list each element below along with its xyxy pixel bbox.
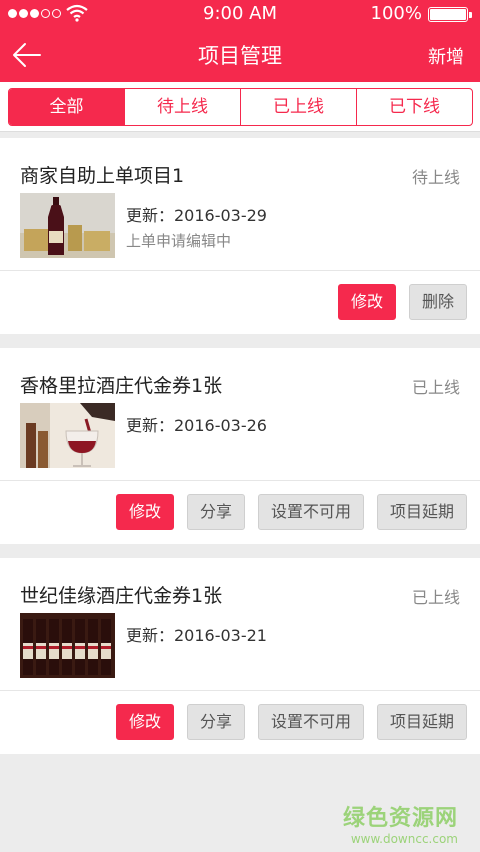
project-card: 商家自助上单项目1 待上线 更新：2016-03-29 上单申请编辑中 修改 删… <box>0 138 480 334</box>
extend-button[interactable]: 项目延期 <box>376 704 467 740</box>
watermark-main: 绿色资源网 <box>342 806 458 831</box>
project-card: 世纪佳缘酒庄代金券1张 已上线 更新：2016-03-21 修改 分享 设置不可… <box>0 558 480 754</box>
edit-button[interactable]: 修改 <box>337 284 396 320</box>
battery-icon <box>428 7 472 22</box>
project-name: 商家自助上单项目1 <box>20 165 185 187</box>
project-status: 已上线 <box>411 588 460 607</box>
tab-all[interactable]: 全部 <box>9 89 125 125</box>
divider <box>0 480 480 481</box>
divider <box>0 270 480 271</box>
project-status: 待上线 <box>411 168 460 187</box>
page-title: 项目管理 <box>198 44 282 68</box>
tab-offline[interactable]: 已下线 <box>357 89 472 125</box>
card-actions: 修改 分享 设置不可用 项目延期 <box>115 704 467 740</box>
extend-button[interactable]: 项目延期 <box>376 494 467 530</box>
nav-bar: 项目管理 新增 <box>0 28 480 82</box>
card-actions: 修改 分享 设置不可用 项目延期 <box>115 494 467 530</box>
edit-button[interactable]: 修改 <box>115 494 174 530</box>
wine-bottle-icon <box>20 193 115 258</box>
watermark: 绿色资源网 www.downcc.com <box>343 800 458 846</box>
project-name: 香格里拉酒庄代金券1张 <box>20 375 223 397</box>
status-bar: 9:00 AM 100% <box>0 0 480 28</box>
project-name: 世纪佳缘酒庄代金券1张 <box>20 585 223 607</box>
project-updated: 更新：2016-03-21 <box>126 626 267 645</box>
edit-button[interactable]: 修改 <box>115 704 174 740</box>
project-updated: 更新：2016-03-26 <box>126 416 267 435</box>
project-card: 香格里拉酒庄代金券1张 已上线 更新：2016-03-26 修改 分享 设置不可… <box>0 348 480 544</box>
project-status: 已上线 <box>411 378 460 397</box>
tab-bar: 全部 待上线 已上线 已下线 <box>0 82 480 132</box>
wine-rack-icon <box>20 613 115 678</box>
share-button[interactable]: 分享 <box>186 494 245 530</box>
tab-online[interactable]: 已上线 <box>241 89 357 125</box>
share-button[interactable]: 分享 <box>186 704 245 740</box>
watermark-url: www.downcc.com <box>350 832 458 846</box>
tab-pending[interactable]: 待上线 <box>125 89 241 125</box>
card-actions: 修改 删除 <box>337 284 467 320</box>
divider <box>0 690 480 691</box>
add-button[interactable]: 新增 <box>428 43 464 69</box>
disable-button[interactable]: 设置不可用 <box>257 494 364 530</box>
disable-button[interactable]: 设置不可用 <box>257 704 364 740</box>
project-updated: 更新：2016-03-29 <box>126 206 267 225</box>
project-note: 上单申请编辑中 <box>126 232 232 250</box>
header: 9:00 AM 100% 项目管理 新增 <box>0 0 480 82</box>
battery-percent: 100% <box>370 3 422 24</box>
wine-glass-icon <box>20 403 115 468</box>
delete-button[interactable]: 删除 <box>408 284 467 320</box>
